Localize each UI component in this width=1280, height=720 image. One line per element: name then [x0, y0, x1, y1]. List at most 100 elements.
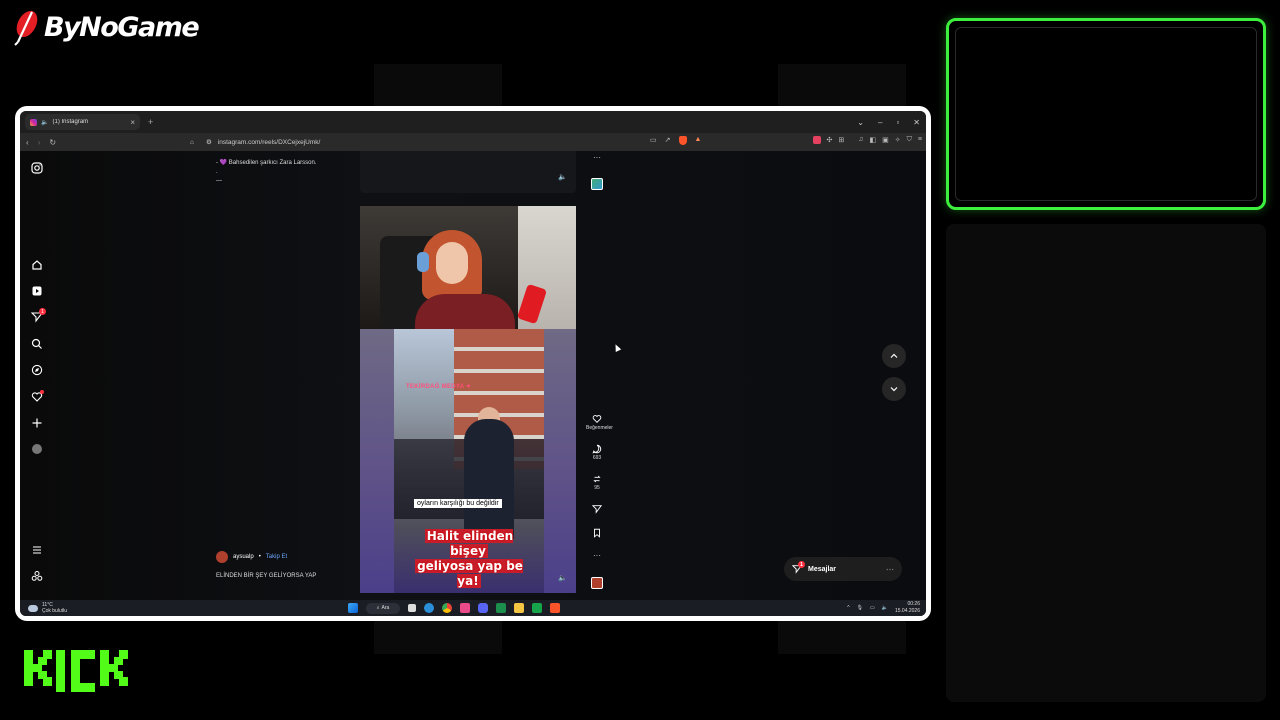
like-button[interactable]: Beğenmeler: [586, 414, 613, 431]
previous-reel-button[interactable]: [882, 344, 906, 368]
brave-shields-icon[interactable]: [678, 136, 687, 145]
profile-avatar[interactable]: [28, 440, 46, 458]
taskbar-search[interactable]: ⌕ Ara: [366, 602, 400, 614]
messages-label: Mesajlar: [808, 565, 837, 573]
task-view-icon[interactable]: [408, 604, 416, 612]
wallet-icon[interactable]: ▣: [882, 136, 889, 144]
extension-icons: ✣ ⊞ ♫ ◧ ▣ ✧ ⛉ ≡: [812, 136, 922, 144]
mute-icon[interactable]: 🔈: [558, 173, 567, 181]
tray-expand-icon[interactable]: ^: [847, 605, 849, 611]
menu-icon[interactable]: ≡: [918, 136, 922, 144]
news-video-frame: TEKİRDAĞ MEDYA ✦ oyların karşılığı bu de…: [394, 329, 544, 593]
chevron-down-icon[interactable]: ⌄: [857, 118, 864, 127]
leo-icon[interactable]: ✧: [895, 136, 901, 144]
system-clock[interactable]: 00:26 15.04.2026: [895, 601, 920, 615]
meta-apps-icon[interactable]: [28, 567, 46, 585]
tab-close-icon[interactable]: ×: [130, 118, 135, 127]
url-text[interactable]: instagram.com/reels/DXCejxejUmk/: [218, 139, 321, 146]
browser-toolbar: ‹ › ↻ ⌂ ⚙ instagram.com/reels/DXCejxejUm…: [20, 133, 926, 151]
explore-icon[interactable]: [28, 361, 46, 379]
search-icon[interactable]: [28, 335, 46, 353]
url-bar[interactable]: ⌂ ⚙ instagram.com/reels/DXCejxejUmk/: [190, 136, 710, 148]
sidebar-icon[interactable]: ◧: [870, 136, 877, 144]
reels-icon[interactable]: [28, 282, 46, 300]
microphone-icon[interactable]: 🎙: [857, 605, 863, 611]
search-label: Ara: [381, 605, 390, 611]
notifications-heart-icon[interactable]: [28, 388, 46, 406]
previous-caption-line: - 💜 Bahsedilen şarkıcı Zara Larsson.: [216, 160, 317, 166]
file-explorer-icon[interactable]: [514, 603, 524, 613]
author-avatar[interactable]: [216, 551, 228, 563]
music-icon[interactable]: ♫: [858, 136, 863, 144]
chevron-up-icon: [890, 353, 898, 358]
reload-button[interactable]: ↻: [49, 138, 56, 147]
follow-button[interactable]: Takip Et: [266, 554, 287, 560]
search-icon: ⌕: [376, 605, 380, 611]
windows-start-icon[interactable]: [348, 603, 358, 613]
extension-red-icon[interactable]: [812, 136, 821, 144]
discord-icon[interactable]: [478, 603, 488, 613]
brand-name: ByNoGame: [44, 11, 200, 43]
comment-icon: [592, 444, 602, 454]
save-button[interactable]: [586, 528, 608, 539]
screenshot-icon[interactable]: ⊞: [838, 136, 844, 144]
weather-widget[interactable]: 11°C Çok bulutlu: [28, 602, 67, 614]
new-tab-button[interactable]: +: [148, 117, 153, 127]
more-options-icon[interactable]: ···: [586, 551, 608, 560]
chrome-icon[interactable]: [442, 603, 452, 613]
more-menu-icon[interactable]: [28, 541, 46, 559]
send-icon: [592, 505, 602, 514]
author-username[interactable]: aysualp: [233, 554, 254, 560]
home-icon[interactable]: [28, 256, 46, 274]
comment-button[interactable]: 693: [586, 444, 608, 461]
previous-reel[interactable]: 🔈: [360, 151, 576, 193]
brave-browser-icon[interactable]: [550, 603, 560, 613]
forward-button[interactable]: ›: [38, 138, 41, 147]
tab-title: (1) Instagram: [52, 119, 89, 125]
vpn-icon[interactable]: ⛉: [907, 136, 912, 144]
system-tray: ^ 🎙 ▭ 🔈 00:26 15.04.2026: [847, 601, 920, 615]
direct-messages-icon[interactable]: 1: [28, 308, 46, 326]
share-icon[interactable]: ↗: [665, 136, 671, 145]
comments-count: 693: [592, 455, 602, 461]
puzzle-icon[interactable]: ✣: [827, 136, 833, 144]
create-icon[interactable]: [28, 414, 46, 432]
screen-capture-frame: 🔈 (1) Instagram × + ⌄ – ▫ ✕ ‹ › ↻ ⌂ ⚙ in…: [15, 106, 931, 621]
xbox-app-icon[interactable]: [532, 603, 542, 613]
bookmark-icon: [594, 528, 600, 538]
taskbar-apps: ⌕ Ara: [348, 602, 560, 614]
minimize-button[interactable]: –: [878, 118, 882, 127]
back-button[interactable]: ‹: [26, 138, 29, 147]
reposts-count: 95: [594, 485, 600, 491]
close-window-button[interactable]: ✕: [913, 118, 920, 127]
next-reel-button[interactable]: [882, 377, 906, 401]
rewards-icon[interactable]: ▲: [695, 136, 702, 145]
video-caption: Halit elinden bişey geliyosa yap be ya!: [404, 529, 534, 589]
reel-video[interactable]: TEKİRDAĞ MEDYA ✦ oyların karşılığı bu de…: [360, 206, 576, 593]
volume-icon[interactable]: 🔈: [882, 605, 888, 611]
audio-thumbnail-top[interactable]: [591, 178, 603, 190]
video-watermark: TEKİRDAĞ MEDYA ✦: [406, 384, 472, 390]
audio-thumbnail[interactable]: [591, 577, 603, 589]
cast-icon[interactable]: ▭: [650, 136, 657, 145]
instagram-page: 1 - 💜 Bahsedilen şarkıcı Zara Larsson. .…: [20, 151, 926, 600]
instagram-logo-icon[interactable]: [28, 159, 46, 177]
share-button[interactable]: [586, 504, 608, 515]
chevron-down-icon: [890, 387, 898, 392]
bookmark-icon[interactable]: ⌂: [190, 139, 194, 146]
news-video: TEKİRDAĞ MEDYA ✦ oyların karşılığı bu de…: [360, 329, 576, 593]
browser-tab-instagram[interactable]: 🔈 (1) Instagram ×: [25, 114, 140, 130]
excel-icon[interactable]: [496, 603, 506, 613]
messages-expand-icon[interactable]: ⋯: [886, 565, 894, 574]
author-separator: •: [258, 554, 261, 560]
snipping-tool-icon[interactable]: [460, 603, 470, 613]
more-options-top-icon[interactable]: ···: [586, 153, 608, 162]
display-icon[interactable]: ▭: [870, 605, 875, 611]
site-info-icon[interactable]: ⚙: [206, 138, 212, 146]
maximize-button[interactable]: ▫: [896, 118, 899, 127]
edge-icon[interactable]: [424, 603, 434, 613]
mute-icon[interactable]: 🔈: [558, 574, 567, 582]
repost-button[interactable]: 95: [586, 474, 608, 491]
messages-button[interactable]: 1 Mesajlar ⋯: [784, 557, 902, 581]
streamer-body: [415, 294, 515, 329]
